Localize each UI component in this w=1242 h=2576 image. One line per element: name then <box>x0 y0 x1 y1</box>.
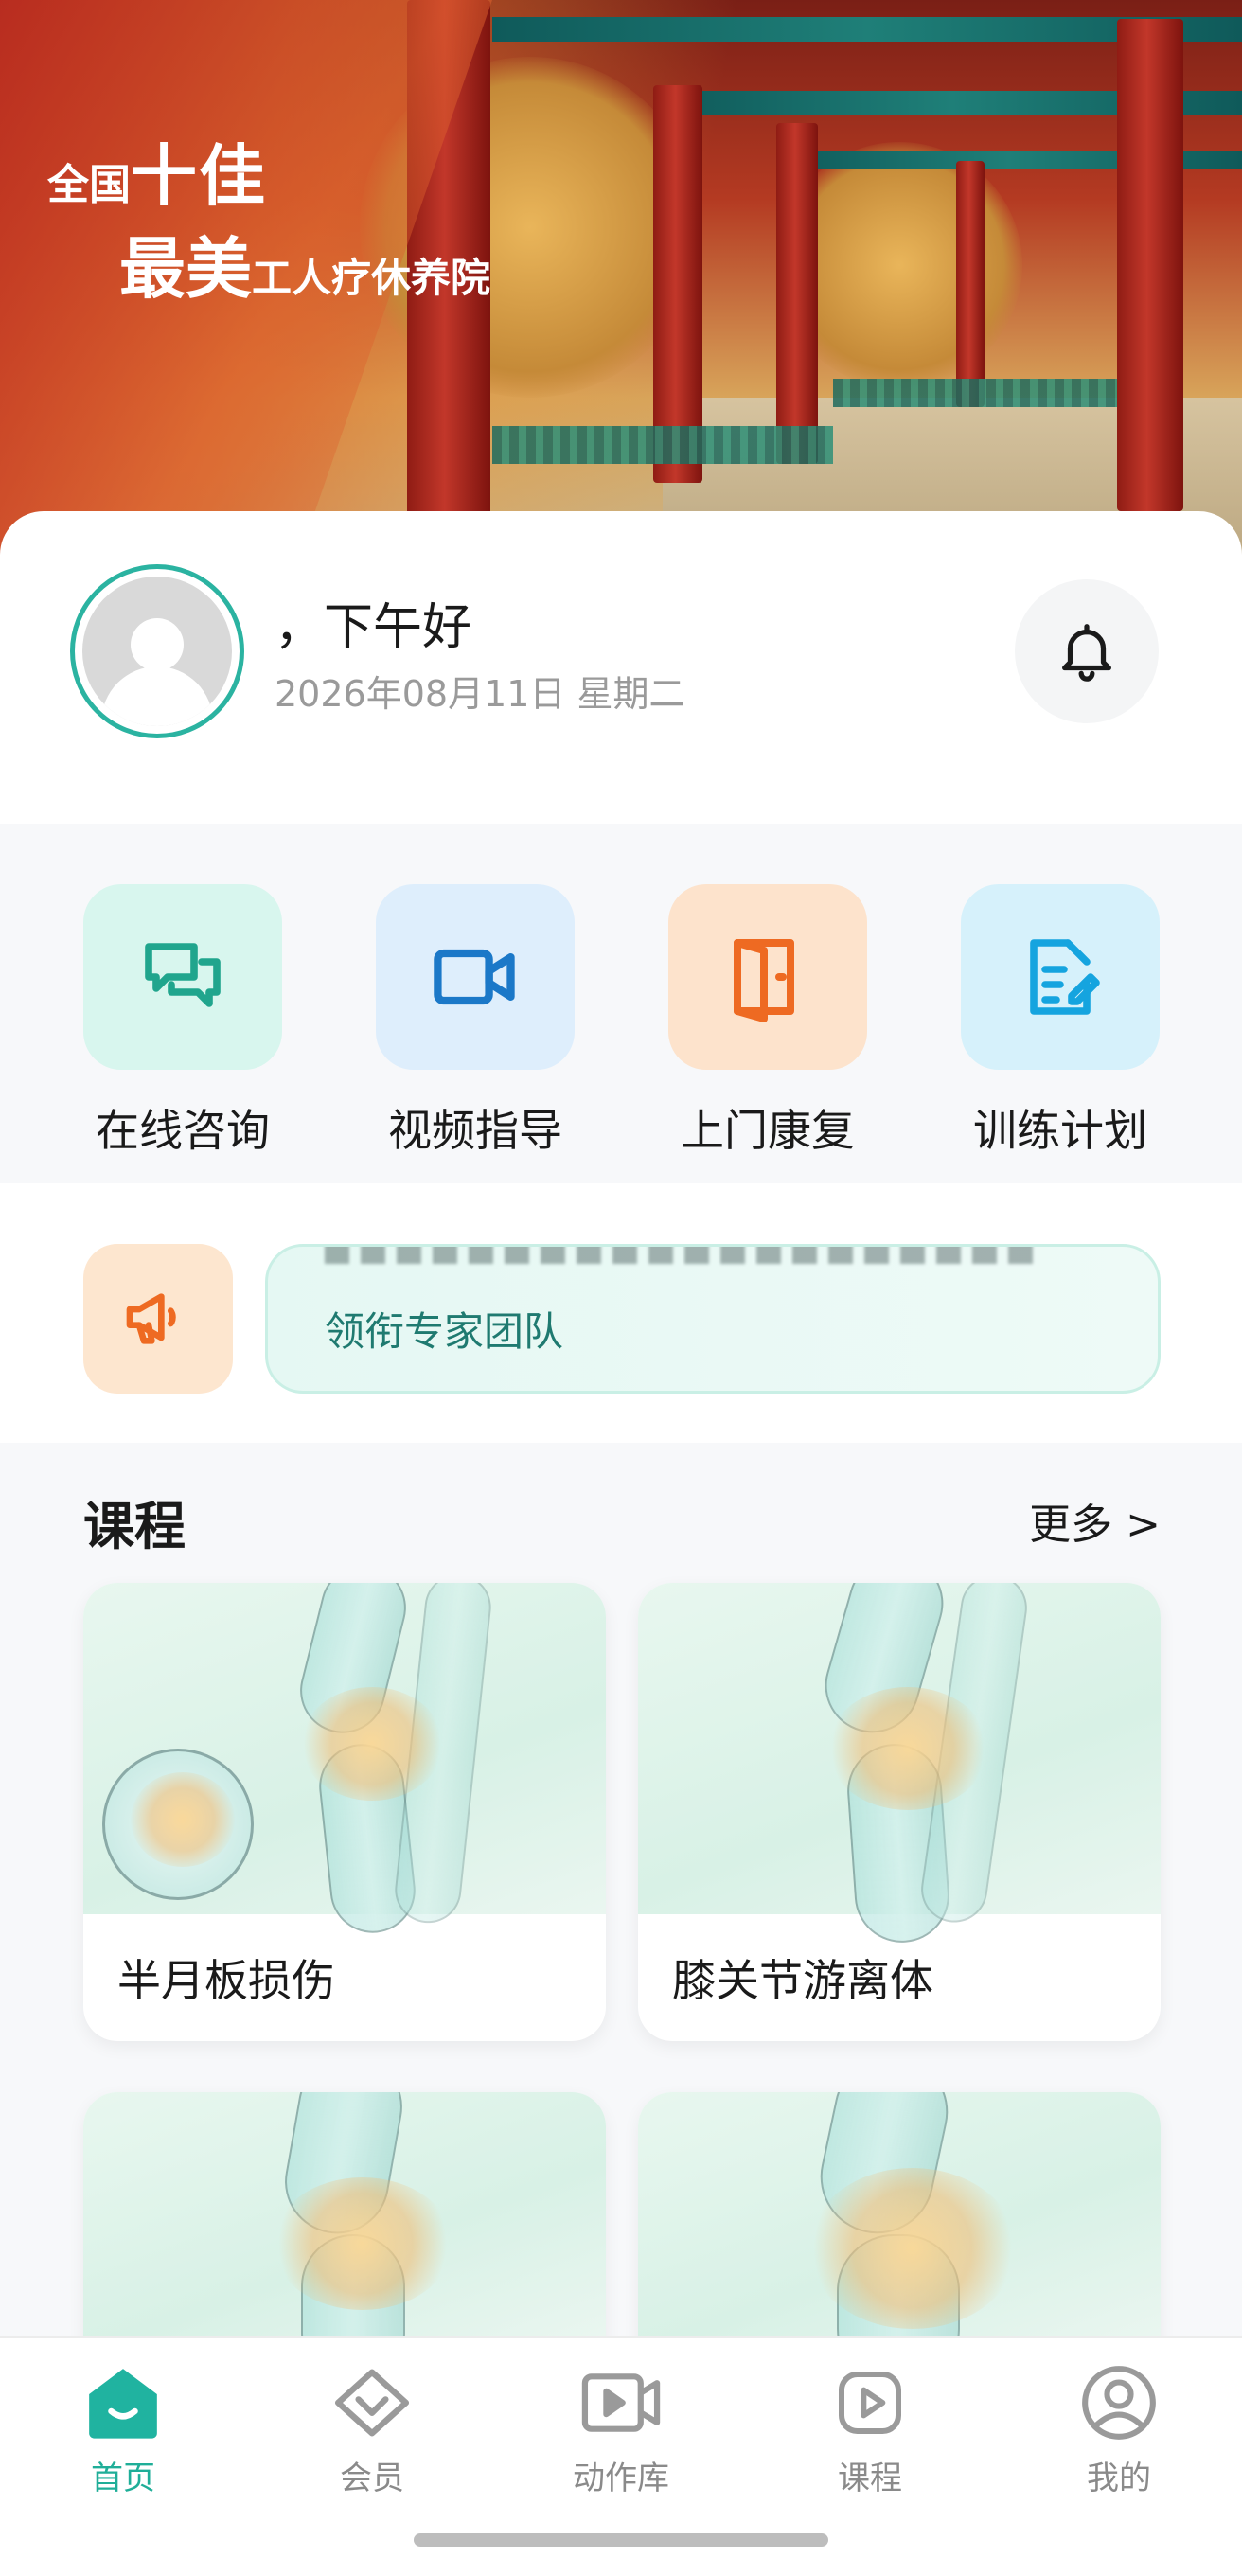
knee-loose-body-illustration <box>638 1583 1161 1946</box>
quick-action-training-plan[interactable]: 训练计划 <box>961 884 1160 1159</box>
notice-icon-tile[interactable] <box>83 1244 233 1394</box>
quick-action-label: 训练计划 <box>973 1105 1147 1156</box>
notice-text: 领衔专家团队 <box>325 1308 564 1355</box>
quick-action-tile <box>376 884 575 1070</box>
notice-ticker[interactable]: 领衔专家团队 <box>265 1244 1161 1394</box>
hero-banner[interactable]: 全国十佳 最美工人疗休养院 <box>0 0 1242 568</box>
courses-section: 课程 更多 > 半月板损伤 膝关节游离体 <box>0 1443 1242 2465</box>
default-user-icon <box>82 577 232 726</box>
course-card[interactable]: 半月板损伤 <box>83 1583 606 2041</box>
tab-mine[interactable]: 我的 <box>1034 2355 1204 2498</box>
tab-action-library[interactable]: 动作库 <box>536 2355 706 2498</box>
chat-icon <box>145 943 221 1007</box>
profile-icon <box>1082 2366 1156 2440</box>
course-title: 半月板损伤 <box>117 1955 335 2006</box>
meniscus-injury-illustration <box>83 1583 606 1938</box>
edit-document-icon <box>1030 939 1100 1015</box>
video-library-icon <box>581 2373 661 2432</box>
course-card[interactable]: 膝关节游离体 <box>638 1583 1161 2041</box>
quick-action-label: 视频指导 <box>388 1105 562 1156</box>
quick-action-tile <box>961 884 1160 1070</box>
quick-action-tile <box>668 884 867 1070</box>
tab-label: 课程 <box>838 2460 902 2497</box>
tab-label: 我的 <box>1087 2460 1151 2497</box>
member-diamond-icon <box>334 2369 410 2437</box>
tab-home[interactable]: 首页 <box>38 2355 208 2498</box>
door-icon <box>734 939 794 1022</box>
greeting-card: ，下午好 2026年08月11日 星期二 <box>0 511 1242 824</box>
quick-action-label: 在线咨询 <box>96 1105 270 1156</box>
notification-button[interactable] <box>1015 579 1159 723</box>
knee-joint-illustration <box>83 2092 606 2386</box>
banner-title-line2: 最美工人疗休养院 <box>119 229 491 308</box>
tab-member[interactable]: 会员 <box>287 2355 457 2498</box>
section-title: 课程 <box>83 1497 186 1556</box>
bell-icon <box>1062 624 1111 682</box>
video-camera-icon <box>434 949 515 1005</box>
tab-label: 动作库 <box>573 2460 669 2497</box>
megaphone-icon <box>126 1293 176 1344</box>
knee-arthritis-illustration <box>638 2092 1161 2386</box>
play-course-icon <box>839 2372 901 2434</box>
date-text: 2026年08月11日 星期二 <box>275 673 685 715</box>
banner-title-line1: 全国十佳 <box>47 136 267 215</box>
more-link[interactable]: 更多 > <box>1029 1490 1161 1551</box>
avatar[interactable] <box>70 564 244 738</box>
tab-courses[interactable]: 课程 <box>785 2355 955 2498</box>
quick-action-tile <box>83 884 282 1070</box>
quick-action-video-guide[interactable]: 视频指导 <box>376 884 575 1159</box>
quick-action-online-consult[interactable]: 在线咨询 <box>83 884 282 1159</box>
home-indicator[interactable] <box>414 2533 828 2547</box>
notice-section: 领衔专家团队 <box>0 1183 1242 1443</box>
quick-action-label: 上门康复 <box>681 1105 855 1156</box>
quick-action-home-rehab[interactable]: 上门康复 <box>668 884 867 1159</box>
quick-actions: 在线咨询 视频指导 上门康复 训练计划 <box>0 824 1242 1183</box>
tab-label: 首页 <box>91 2460 155 2497</box>
tab-label: 会员 <box>340 2460 404 2497</box>
greeting-text: ，下午好 <box>275 599 472 656</box>
home-icon <box>89 2369 157 2439</box>
